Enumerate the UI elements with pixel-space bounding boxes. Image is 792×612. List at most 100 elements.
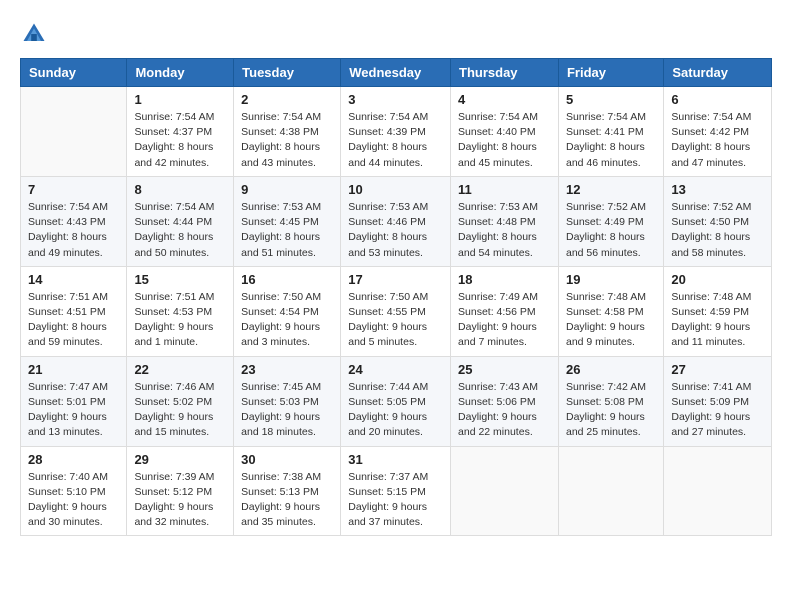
day-number: 22 [134,362,226,377]
day-info: Sunrise: 7:54 AM Sunset: 4:41 PM Dayligh… [566,110,656,171]
day-number: 24 [348,362,443,377]
calendar-cell: 10Sunrise: 7:53 AM Sunset: 4:46 PM Dayli… [341,176,451,266]
calendar-cell: 1 Sunrise: 7:54 AM Sunset: 4:37 PM Daylig… [127,87,234,177]
day-number: 23 [241,362,333,377]
day-number: 5 [566,92,656,107]
day-info: Sunrise: 7:41 AM Sunset: 5:09 PM Dayligh… [671,380,764,441]
weekday-header-sunday: Sunday [21,59,127,87]
calendar-cell: 2 Sunrise: 7:54 AM Sunset: 4:38 PM Daylig… [234,87,341,177]
calendar-cell: 28 Sunrise: 7:40 AM Sunset: 5:10 PM Dayli… [21,446,127,536]
calendar-cell: 27 Sunrise: 7:41 AM Sunset: 5:09 PM Dayli… [664,356,772,446]
calendar-cell: 15Sunrise: 7:51 AM Sunset: 4:53 PM Dayli… [127,266,234,356]
day-info: Sunrise: 7:48 AM Sunset: 4:59 PM Dayligh… [671,290,764,351]
day-info: Sunrise: 7:54 AM Sunset: 4:40 PM Dayligh… [458,110,551,171]
day-info: Sunrise: 7:54 AM Sunset: 4:43 PM Dayligh… [28,200,119,261]
calendar-cell: 12 Sunrise: 7:52 AM Sunset: 4:49 PM Dayli… [558,176,663,266]
day-number: 30 [241,452,333,467]
day-number: 20 [671,272,764,287]
week-row-2: 7 Sunrise: 7:54 AM Sunset: 4:43 PM Daylig… [21,176,772,266]
day-number: 31 [348,452,443,467]
week-row-1: 1 Sunrise: 7:54 AM Sunset: 4:37 PM Daylig… [21,87,772,177]
day-info: Sunrise: 7:51 AM Sunset: 4:53 PM Dayligh… [134,290,226,351]
day-number: 6 [671,92,764,107]
day-number: 9 [241,182,333,197]
day-info: Sunrise: 7:37 AM Sunset: 5:15 PM Dayligh… [348,470,443,531]
calendar-cell: 22Sunrise: 7:46 AM Sunset: 5:02 PM Dayli… [127,356,234,446]
weekday-header-wednesday: Wednesday [341,59,451,87]
calendar-cell: 19 Sunrise: 7:48 AM Sunset: 4:58 PM Dayli… [558,266,663,356]
calendar-cell: 14Sunrise: 7:51 AM Sunset: 4:51 PM Dayli… [21,266,127,356]
day-info: Sunrise: 7:49 AM Sunset: 4:56 PM Dayligh… [458,290,551,351]
day-info: Sunrise: 7:43 AM Sunset: 5:06 PM Dayligh… [458,380,551,441]
weekday-header-saturday: Saturday [664,59,772,87]
day-number: 17 [348,272,443,287]
calendar-cell: 31 Sunrise: 7:37 AM Sunset: 5:15 PM Dayli… [341,446,451,536]
day-number: 3 [348,92,443,107]
day-info: Sunrise: 7:53 AM Sunset: 4:48 PM Dayligh… [458,200,551,261]
day-number: 1 [134,92,226,107]
day-info: Sunrise: 7:44 AM Sunset: 5:05 PM Dayligh… [348,380,443,441]
day-number: 13 [671,182,764,197]
calendar-cell: 30 Sunrise: 7:38 AM Sunset: 5:13 PM Dayli… [234,446,341,536]
day-info: Sunrise: 7:45 AM Sunset: 5:03 PM Dayligh… [241,380,333,441]
weekday-header-friday: Friday [558,59,663,87]
day-number: 28 [28,452,119,467]
day-info: Sunrise: 7:54 AM Sunset: 4:42 PM Dayligh… [671,110,764,171]
calendar-cell: 18 Sunrise: 7:49 AM Sunset: 4:56 PM Dayli… [451,266,559,356]
day-number: 4 [458,92,551,107]
calendar-cell: 20 Sunrise: 7:48 AM Sunset: 4:59 PM Dayli… [664,266,772,356]
calendar-cell: 25 Sunrise: 7:43 AM Sunset: 5:06 PM Dayli… [451,356,559,446]
day-info: Sunrise: 7:52 AM Sunset: 4:49 PM Dayligh… [566,200,656,261]
day-number: 10 [348,182,443,197]
day-info: Sunrise: 7:38 AM Sunset: 5:13 PM Dayligh… [241,470,333,531]
calendar-cell: 4 Sunrise: 7:54 AM Sunset: 4:40 PM Daylig… [451,87,559,177]
day-info: Sunrise: 7:51 AM Sunset: 4:51 PM Dayligh… [28,290,119,351]
day-info: Sunrise: 7:48 AM Sunset: 4:58 PM Dayligh… [566,290,656,351]
day-info: Sunrise: 7:50 AM Sunset: 4:55 PM Dayligh… [348,290,443,351]
calendar-cell: 11 Sunrise: 7:53 AM Sunset: 4:48 PM Dayli… [451,176,559,266]
calendar-cell [451,446,559,536]
day-number: 25 [458,362,551,377]
week-row-4: 21 Sunrise: 7:47 AM Sunset: 5:01 PM Dayli… [21,356,772,446]
header [20,20,772,48]
calendar-cell [558,446,663,536]
week-row-5: 28 Sunrise: 7:40 AM Sunset: 5:10 PM Dayli… [21,446,772,536]
day-number: 18 [458,272,551,287]
day-info: Sunrise: 7:47 AM Sunset: 5:01 PM Dayligh… [28,380,119,441]
day-info: Sunrise: 7:54 AM Sunset: 4:39 PM Dayligh… [348,110,443,171]
weekday-header-tuesday: Tuesday [234,59,341,87]
day-info: Sunrise: 7:52 AM Sunset: 4:50 PM Dayligh… [671,200,764,261]
day-info: Sunrise: 7:54 AM Sunset: 4:37 PM Dayligh… [134,110,226,171]
calendar-cell: 6 Sunrise: 7:54 AM Sunset: 4:42 PM Daylig… [664,87,772,177]
day-number: 19 [566,272,656,287]
weekday-header-thursday: Thursday [451,59,559,87]
day-number: 26 [566,362,656,377]
day-number: 27 [671,362,764,377]
day-number: 2 [241,92,333,107]
day-info: Sunrise: 7:54 AM Sunset: 4:38 PM Dayligh… [241,110,333,171]
day-info: Sunrise: 7:54 AM Sunset: 4:44 PM Dayligh… [134,200,226,261]
calendar-cell: 13 Sunrise: 7:52 AM Sunset: 4:50 PM Dayli… [664,176,772,266]
day-number: 21 [28,362,119,377]
day-info: Sunrise: 7:50 AM Sunset: 4:54 PM Dayligh… [241,290,333,351]
day-number: 11 [458,182,551,197]
logo-icon [20,20,48,48]
day-info: Sunrise: 7:40 AM Sunset: 5:10 PM Dayligh… [28,470,119,531]
logo [20,20,52,48]
calendar-cell: 17 Sunrise: 7:50 AM Sunset: 4:55 PM Dayli… [341,266,451,356]
calendar-cell: 29Sunrise: 7:39 AM Sunset: 5:12 PM Dayli… [127,446,234,536]
day-info: Sunrise: 7:53 AM Sunset: 4:45 PM Dayligh… [241,200,333,261]
calendar-cell: 7 Sunrise: 7:54 AM Sunset: 4:43 PM Daylig… [21,176,127,266]
day-number: 29 [134,452,226,467]
calendar-cell: 5 Sunrise: 7:54 AM Sunset: 4:41 PM Daylig… [558,87,663,177]
day-number: 7 [28,182,119,197]
weekday-header-row: SundayMondayTuesdayWednesdayThursdayFrid… [21,59,772,87]
calendar-cell: 9 Sunrise: 7:53 AM Sunset: 4:45 PM Daylig… [234,176,341,266]
weekday-header-monday: Monday [127,59,234,87]
day-number: 8 [134,182,226,197]
day-number: 12 [566,182,656,197]
calendar-cell: 16Sunrise: 7:50 AM Sunset: 4:54 PM Dayli… [234,266,341,356]
calendar-cell: 21 Sunrise: 7:47 AM Sunset: 5:01 PM Dayli… [21,356,127,446]
calendar-cell: 24 Sunrise: 7:44 AM Sunset: 5:05 PM Dayli… [341,356,451,446]
calendar-cell: 26Sunrise: 7:42 AM Sunset: 5:08 PM Dayli… [558,356,663,446]
